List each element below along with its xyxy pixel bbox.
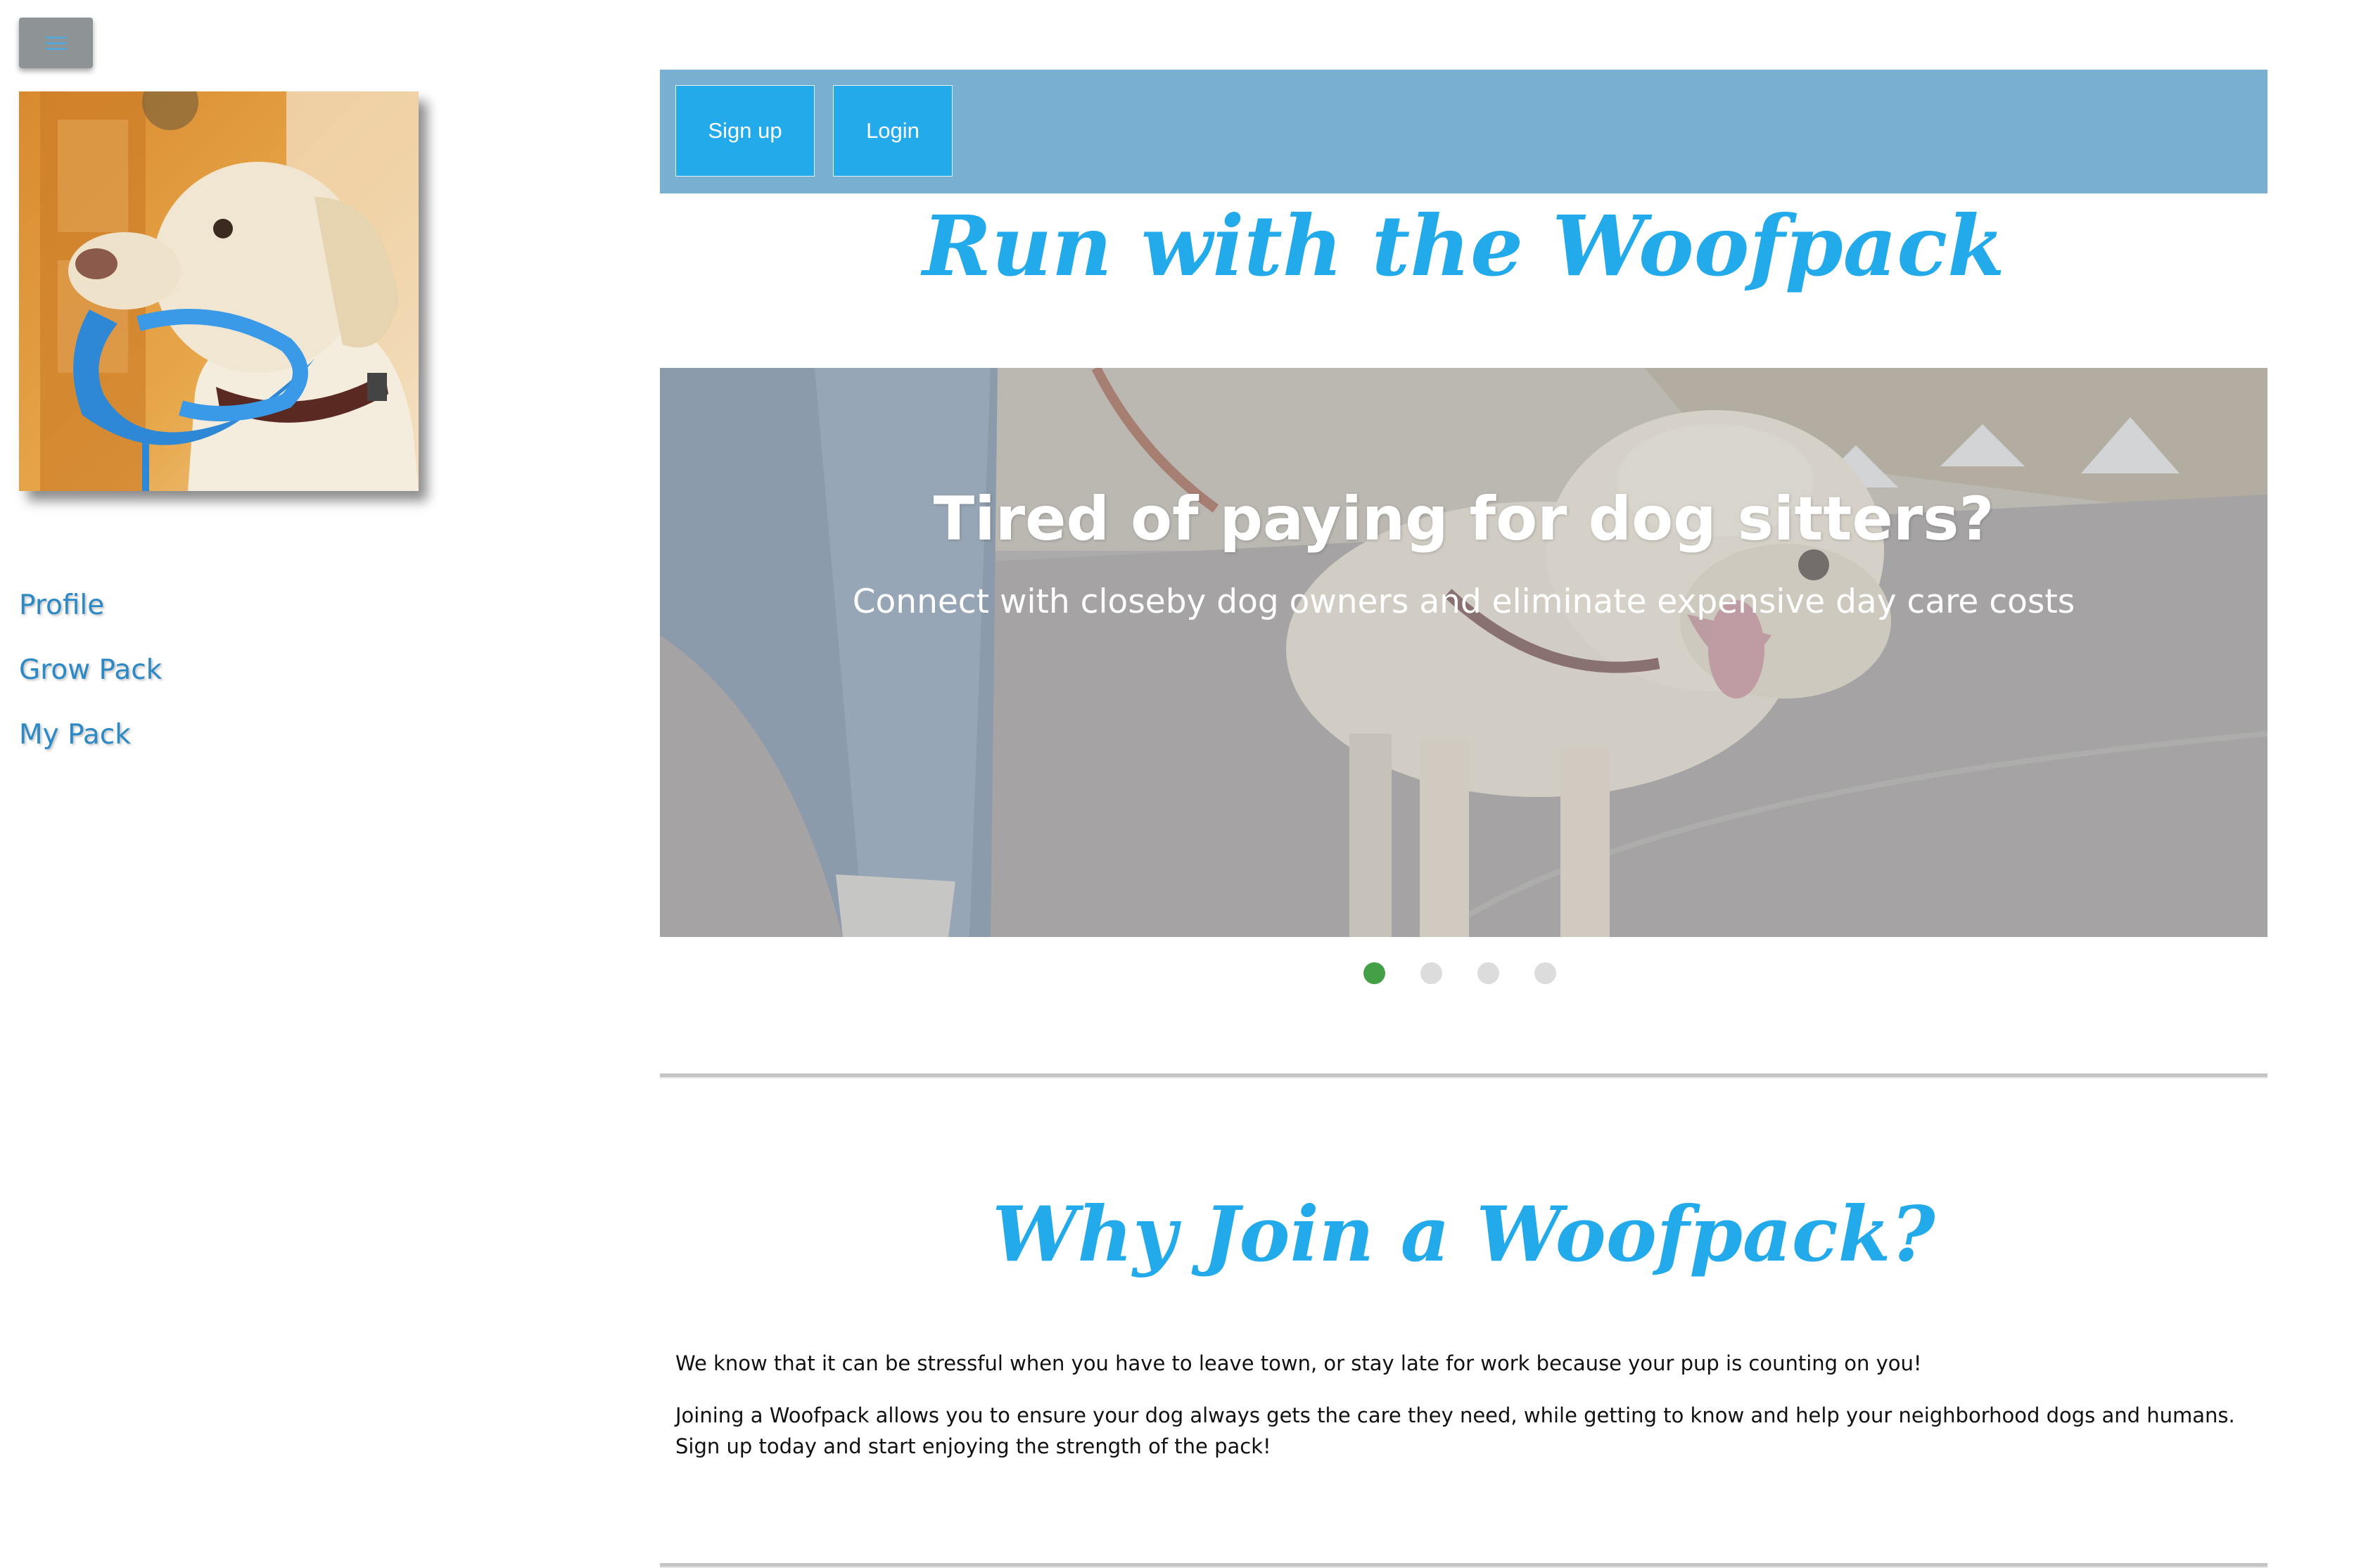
dog-with-leash-image [19, 91, 419, 491]
signup-button[interactable]: Sign up [675, 85, 815, 177]
top-bar: Sign up Login [660, 70, 2267, 193]
carousel-dot-3[interactable] [1477, 962, 1499, 984]
carousel-dot-4[interactable] [1534, 962, 1556, 984]
hero-carousel[interactable]: Tired of paying for dog sitters? Connect… [660, 368, 2267, 937]
carousel-indicators [1363, 962, 1556, 984]
hamburger-menu-icon [45, 36, 67, 39]
why-paragraph-2: Joining a Woofpack allows you to ensure … [675, 1403, 2235, 1458]
section-title-why: Why Join a Woofpack? [992, 1190, 1935, 1279]
sidebar-nav: Profile Grow Pack My Pack [19, 591, 162, 785]
login-button[interactable]: Login [833, 85, 953, 177]
sidebar-item-profile[interactable]: Profile [19, 591, 162, 620]
carousel-dot-1[interactable] [1363, 962, 1385, 984]
page-title: Run with the Woofpack [922, 197, 2005, 295]
slide-heading: Tired of paying for dog sitters? [933, 484, 1994, 554]
slide-subtext: Connect with closeby dog owners and elim… [852, 582, 2075, 621]
carousel-dot-2[interactable] [1420, 962, 1442, 984]
section-divider [660, 1073, 2267, 1078]
why-paragraph-1: We know that it can be stressful when yo… [675, 1351, 1922, 1375]
avatar [19, 91, 419, 491]
dog-walk-slide-image [660, 368, 2267, 937]
menu-button[interactable] [19, 18, 93, 68]
sidebar-item-my-pack[interactable]: My Pack [19, 720, 162, 750]
sidebar-item-grow-pack[interactable]: Grow Pack [19, 656, 162, 685]
